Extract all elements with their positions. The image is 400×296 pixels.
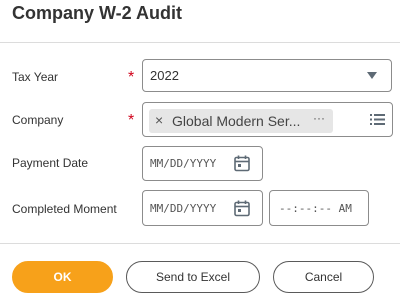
completed-moment-date-input[interactable]: MM/DD/YYYY <box>142 190 263 226</box>
payment-date-placeholder: MM/DD/YYYY <box>150 157 217 170</box>
tax-year-required-marker: * <box>128 69 135 86</box>
company-required-marker: * <box>128 112 135 129</box>
completed-moment-time-placeholder: --:--:-- AM <box>279 202 352 215</box>
ok-button[interactable]: OK <box>12 261 113 293</box>
send-to-excel-button[interactable]: Send to Excel <box>126 261 260 293</box>
dropdown-arrow-icon[interactable] <box>367 72 377 80</box>
completed-moment-date-placeholder: MM/DD/YYYY <box>150 202 217 215</box>
company-label: Company <box>12 113 64 127</box>
close-icon[interactable]: × <box>155 111 163 129</box>
cancel-button[interactable]: Cancel <box>273 261 374 293</box>
header-divider <box>0 42 400 43</box>
completed-moment-label: Completed Moment <box>12 202 117 216</box>
company-chip[interactable]: × Global Modern Ser... ··· <box>149 109 333 133</box>
company-multiselect[interactable]: × Global Modern Ser... ··· <box>142 102 393 137</box>
completed-moment-time-input[interactable]: --:--:-- AM <box>269 190 369 226</box>
calendar-icon[interactable] <box>234 155 250 172</box>
footer-divider <box>0 243 400 244</box>
tax-year-label: Tax Year <box>12 70 59 84</box>
ellipsis-icon[interactable]: ··· <box>313 110 325 126</box>
tax-year-select[interactable]: 2022 <box>142 59 392 92</box>
company-chip-label: Global Modern Ser... <box>172 113 301 129</box>
payment-date-label: Payment Date <box>12 156 89 170</box>
tax-year-value: 2022 <box>150 68 179 83</box>
dialog-title: Company W-2 Audit <box>12 3 182 23</box>
list-icon[interactable] <box>370 113 385 126</box>
calendar-icon[interactable] <box>234 200 250 217</box>
payment-date-input[interactable]: MM/DD/YYYY <box>142 146 263 181</box>
